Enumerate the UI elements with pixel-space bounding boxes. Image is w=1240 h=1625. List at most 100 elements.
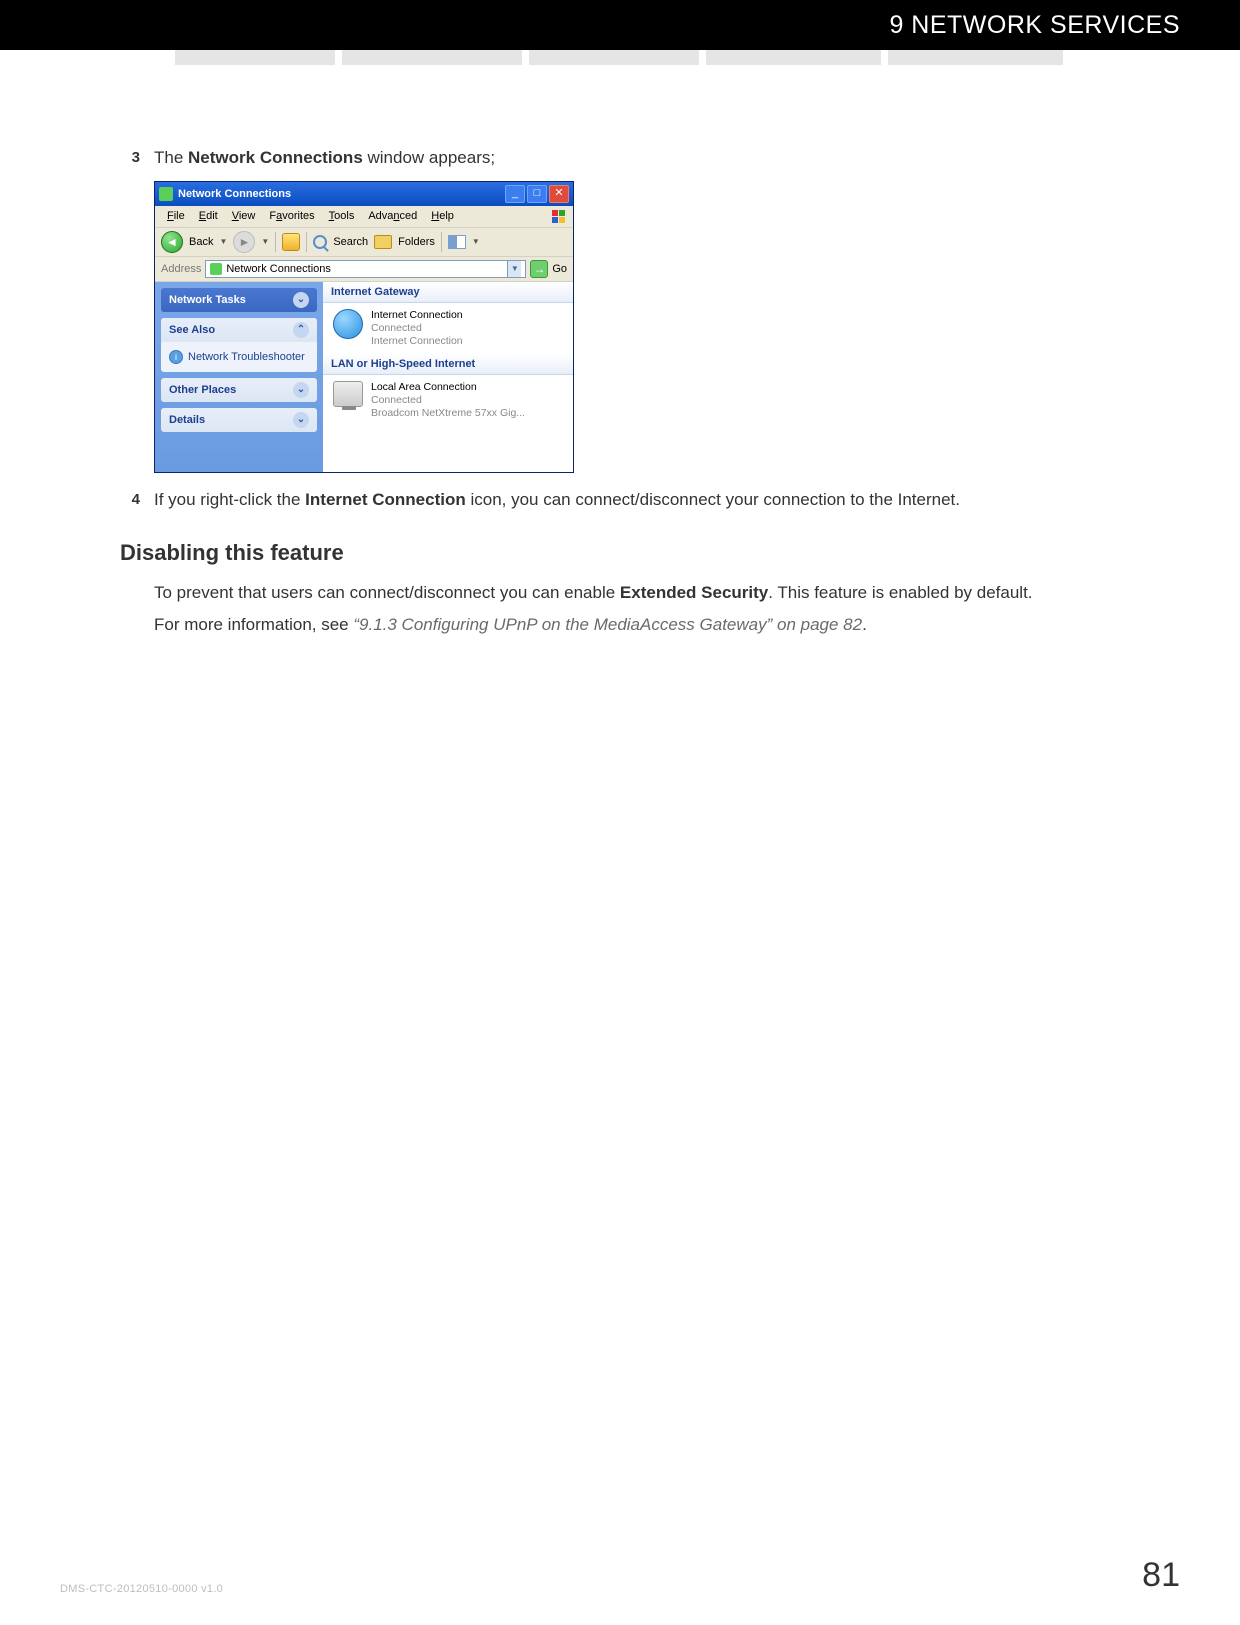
maximize-button[interactable]: □ [527,185,547,203]
main-pane: Internet Gateway Internet Connection Con… [323,282,573,472]
bold-text: Extended Security [620,583,768,602]
app-icon [159,187,173,201]
separator [275,232,276,252]
item-lan-connection[interactable]: Local Area Connection Connected Broadcom… [323,375,573,426]
menubar: File Edit View Favorites Tools Advanced … [155,206,573,228]
address-icon [210,263,222,275]
panel-see-also: See Also ⌃ i Network Troubleshooter [161,318,317,372]
menu-view[interactable]: View [226,209,262,223]
panel-header[interactable]: Other Places ⌄ [161,378,317,402]
link-network-troubleshooter[interactable]: i Network Troubleshooter [169,348,309,366]
window-body: Network Tasks ⌄ See Also ⌃ i Network [155,282,573,472]
window-buttons: _ □ ✕ [505,185,569,203]
views-button[interactable] [448,235,466,249]
panel-header[interactable]: Network Tasks ⌄ [161,288,317,312]
panel-title: Network Tasks [169,294,246,306]
step-text: If you right-click the Internet Connecti… [154,487,1180,513]
collapse-icon[interactable]: ⌄ [293,292,309,308]
views-dropdown-icon[interactable]: ▼ [472,237,480,246]
address-dropdown-icon[interactable]: ▼ [507,261,521,277]
page-number: 81 [1142,1556,1180,1595]
go-button[interactable]: → [530,260,548,278]
menu-help[interactable]: Help [425,209,460,223]
item-title: Local Area Connection [371,381,525,394]
menu-advanced[interactable]: Advanced [362,209,423,223]
folders-label: Folders [398,236,435,248]
go-label: Go [552,263,567,275]
step-4: 4 If you right-click the Internet Connec… [120,487,1180,513]
window-titlebar: Network Connections _ □ ✕ [155,182,573,206]
expand-icon[interactable]: ⌄ [293,412,309,428]
window: Network Connections _ □ ✕ File Edit View… [154,181,574,473]
search-icon[interactable] [313,235,327,249]
page-header: 9 NETWORK SERVICES [0,0,1240,50]
address-label: Address [161,263,201,275]
tab-placeholder [529,50,699,65]
document-id: DMS-CTC-20120510-0000 v1.0 [60,1583,223,1595]
separator [441,232,442,252]
category-lan: LAN or High-Speed Internet [323,354,573,375]
step-number: 3 [120,145,140,171]
item-status: Connected [371,394,525,407]
back-button[interactable]: ◄ [161,231,183,253]
expand-icon[interactable]: ⌄ [293,382,309,398]
cross-reference-link[interactable]: “9.1.3 Configuring UPnP on the MediaAcce… [353,615,862,634]
search-label: Search [333,236,368,248]
address-input[interactable]: Network Connections ▼ [205,260,526,278]
forward-button[interactable]: ► [233,231,255,253]
panel-title: Other Places [169,384,236,396]
back-label: Back [189,236,213,248]
panel-other-places: Other Places ⌄ [161,378,317,402]
menu-favorites[interactable]: Favorites [263,209,320,223]
panel-details: Details ⌄ [161,408,317,432]
item-via: Internet Connection [371,335,463,348]
tab-strip [0,50,1240,84]
panel-body: i Network Troubleshooter [161,342,317,372]
menu-tools[interactable]: Tools [323,209,361,223]
info-icon: i [169,350,183,364]
globe-icon [333,309,363,339]
item-text: Local Area Connection Connected Broadcom… [371,381,525,420]
text: window appears; [363,148,495,167]
back-dropdown-icon[interactable]: ▼ [219,237,227,246]
page-footer: DMS-CTC-20120510-0000 v1.0 81 [60,1556,1180,1595]
panel-title: See Also [169,324,215,336]
step-3: 3 The Network Connections window appears… [120,145,1180,171]
panel-network-tasks: Network Tasks ⌄ [161,288,317,312]
step-number: 4 [120,487,140,513]
paragraph: For more information, see “9.1.3 Configu… [154,612,1180,638]
forward-dropdown-icon[interactable]: ▼ [261,237,269,246]
folders-icon[interactable] [374,235,392,249]
tab-placeholder [888,50,1063,65]
collapse-icon[interactable]: ⌃ [293,322,309,338]
panel-header[interactable]: See Also ⌃ [161,318,317,342]
bold-text: Internet Connection [305,490,466,509]
tab-placeholder [342,50,522,65]
close-button[interactable]: ✕ [549,185,569,203]
tasks-pane: Network Tasks ⌄ See Also ⌃ i Network [155,282,323,472]
lan-icon [333,381,363,407]
up-button[interactable] [282,233,300,251]
minimize-button[interactable]: _ [505,185,525,203]
link-text: Network Troubleshooter [188,351,305,363]
menu-file[interactable]: File [161,209,191,223]
item-internet-connection[interactable]: Internet Connection Connected Internet C… [323,303,573,354]
text: For more information, see [154,615,353,634]
page-content: 3 The Network Connections window appears… [120,145,1180,645]
item-via: Broadcom NetXtreme 57xx Gig... [371,407,525,420]
step-text: The Network Connections window appears; [154,145,1180,171]
text: icon, you can connect/disconnect your co… [466,490,960,509]
text: If you right-click the [154,490,305,509]
text: To prevent that users can connect/discon… [154,583,620,602]
item-text: Internet Connection Connected Internet C… [371,309,463,348]
separator [306,232,307,252]
menu-edit[interactable]: Edit [193,209,224,223]
category-internet-gateway: Internet Gateway [323,282,573,303]
panel-header[interactable]: Details ⌄ [161,408,317,432]
window-title: Network Connections [178,188,500,200]
panel-title: Details [169,414,205,426]
address-value: Network Connections [226,263,331,275]
address-bar: Address Network Connections ▼ → Go [155,257,573,282]
bold-text: Network Connections [188,148,363,167]
subheading-disabling: Disabling this feature [120,540,1180,566]
